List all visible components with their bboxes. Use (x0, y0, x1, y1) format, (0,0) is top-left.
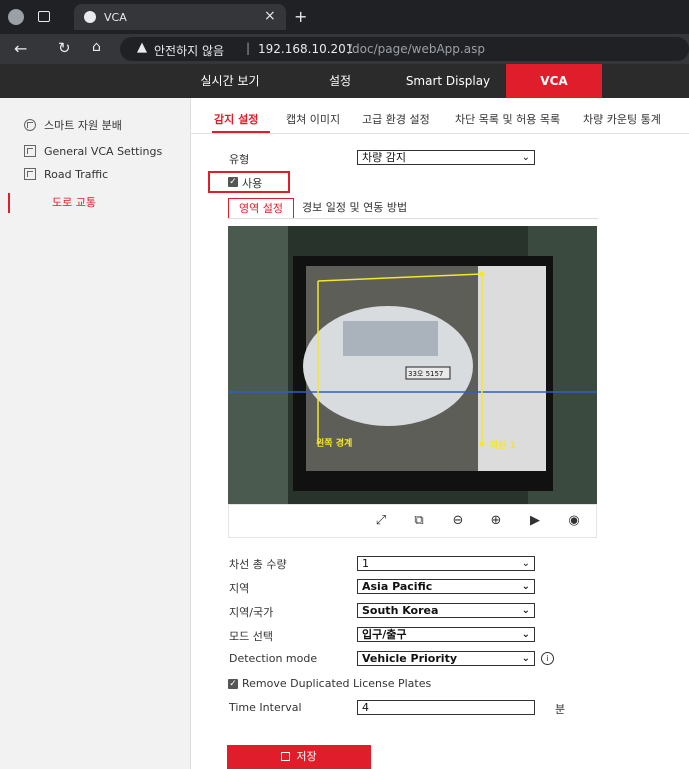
camera-capture-icon[interactable]: ◉ (565, 512, 583, 530)
tab-divider (190, 133, 689, 134)
enable-label: 사용 (242, 177, 263, 190)
restore-window-icon[interactable]: ⧉ (410, 512, 428, 530)
info-icon[interactable]: i (541, 652, 554, 665)
chevron-down-icon: ⌄ (521, 653, 530, 664)
nav-vca[interactable]: VCA (506, 64, 602, 98)
license-plate-text: 33오 5157 (408, 370, 444, 378)
url-host: 192.168.10.201 (258, 42, 354, 56)
lanes-select-value: 1 (362, 557, 369, 570)
video-frame (228, 226, 597, 504)
lanes-select[interactable]: 1 ⌄ (357, 556, 535, 571)
remove-duplicates-checkbox[interactable]: ✓ (228, 679, 238, 689)
tab-block-allow-list[interactable]: 차단 목록 및 허용 목록 (455, 110, 560, 130)
url-separator: | (246, 41, 251, 55)
detection-mode-label: Detection mode (229, 652, 318, 665)
type-select-value: 차량 감지 (362, 151, 406, 164)
zoom-in-icon[interactable]: ⊕ (487, 512, 505, 530)
tab-advanced-settings[interactable]: 고급 환경 설정 (362, 110, 430, 130)
tab-title: VCA (104, 11, 127, 24)
chevron-down-icon: ⌄ (521, 629, 530, 640)
mode-label: 모드 선택 (229, 630, 273, 643)
inner-tab-divider (228, 218, 598, 219)
tab-favicon-icon (84, 11, 96, 23)
country-select[interactable]: South Korea ⌄ (357, 603, 535, 618)
nav-smart-display[interactable]: Smart Display (398, 64, 498, 98)
tab-detection-settings[interactable]: 감지 설정 (214, 110, 258, 130)
sidebar-item-label: 스마트 자원 분배 (44, 119, 122, 132)
url-path: /doc/page/webApp.asp (348, 42, 485, 56)
sidebar-item-label: General VCA Settings (44, 145, 163, 158)
active-tab-underline (212, 131, 270, 133)
sidebar-item-road-traffic-sub[interactable]: 도로 교통 (52, 194, 96, 212)
tab-vehicle-count-stats[interactable]: 차량 카운팅 통계 (583, 110, 661, 130)
nav-live-view[interactable]: 실시간 보기 (190, 64, 270, 98)
sidebar-item-smart-resource[interactable]: 스마트 자원 분배 (24, 117, 122, 135)
save-button[interactable]: 저장 (227, 745, 371, 769)
detection-mode-select[interactable]: Vehicle Priority ⌄ (357, 651, 535, 666)
reload-icon[interactable]: ↻ (58, 39, 71, 57)
record-icon[interactable]: ▶ (526, 512, 544, 530)
nav-settings[interactable]: 설정 (300, 64, 380, 98)
zoom-out-icon[interactable]: ⊖ (449, 512, 467, 530)
chevron-down-icon: ⌄ (521, 605, 530, 616)
sidebar-item-label: Road Traffic (44, 168, 109, 181)
country-select-value: South Korea (362, 604, 439, 617)
region-select[interactable]: Asia Pacific ⌄ (357, 579, 535, 594)
video-preview[interactable]: 왼쪽 경계 차선 1 33오 5157 (228, 226, 597, 504)
remove-duplicates-label: Remove Duplicated License Plates (242, 677, 432, 690)
sidebar-item-road-traffic[interactable]: Road Traffic (24, 166, 108, 184)
fullscreen-icon[interactable]: ⤢ (372, 512, 390, 530)
new-tab-button[interactable]: + (294, 7, 307, 26)
lane-label: 차선 1 (490, 441, 516, 451)
settings-grid-icon (24, 145, 36, 157)
mode-select-value: 입구/출구 (362, 628, 407, 641)
chevron-down-icon: ⌄ (521, 581, 530, 592)
lanes-label: 차선 총 수량 (229, 558, 287, 571)
left-boundary-label: 왼쪽 경계 (316, 439, 353, 449)
sidebar-active-indicator (8, 193, 10, 213)
smart-resource-icon (24, 119, 36, 131)
chevron-down-icon: ⌄ (521, 152, 530, 163)
save-label: 저장 (296, 750, 317, 763)
type-select[interactable]: 차량 감지 ⌄ (357, 150, 535, 165)
road-traffic-icon (24, 168, 36, 180)
save-icon (281, 752, 291, 761)
detection-mode-select-value: Vehicle Priority (362, 652, 457, 665)
region-select-value: Asia Pacific (362, 580, 433, 593)
tab-close-icon[interactable]: × (264, 8, 276, 24)
home-icon[interactable]: ⌂ (92, 39, 101, 55)
inner-tab-schedule-linkage[interactable]: 경보 일정 및 연동 방법 (302, 198, 407, 218)
tab-actions-icon[interactable] (38, 11, 50, 22)
time-interval-unit: 분 (555, 703, 566, 716)
mode-select[interactable]: 입구/출구 ⌄ (357, 627, 535, 642)
time-interval-label: Time Interval (229, 701, 302, 714)
type-label: 유형 (229, 153, 250, 166)
back-arrow-icon[interactable]: ← (14, 39, 27, 58)
inner-tab-label: 영역 설정 (239, 202, 283, 215)
country-label: 지역/국가 (229, 606, 274, 619)
warning-icon[interactable]: ▲ (137, 40, 147, 55)
tab-capture-image[interactable]: 캡쳐 이미지 (286, 110, 340, 130)
chevron-down-icon: ⌄ (521, 558, 530, 569)
inner-tab-area-settings[interactable]: 영역 설정 (228, 198, 294, 218)
enable-checkbox[interactable]: ✓ (228, 177, 238, 187)
profile-avatar-icon[interactable] (8, 9, 24, 25)
security-label[interactable]: 안전하지 않음 (154, 42, 224, 59)
time-interval-input[interactable]: 4 (357, 700, 535, 715)
sidebar-item-general-vca[interactable]: General VCA Settings (24, 143, 162, 161)
region-label: 지역 (229, 582, 250, 595)
